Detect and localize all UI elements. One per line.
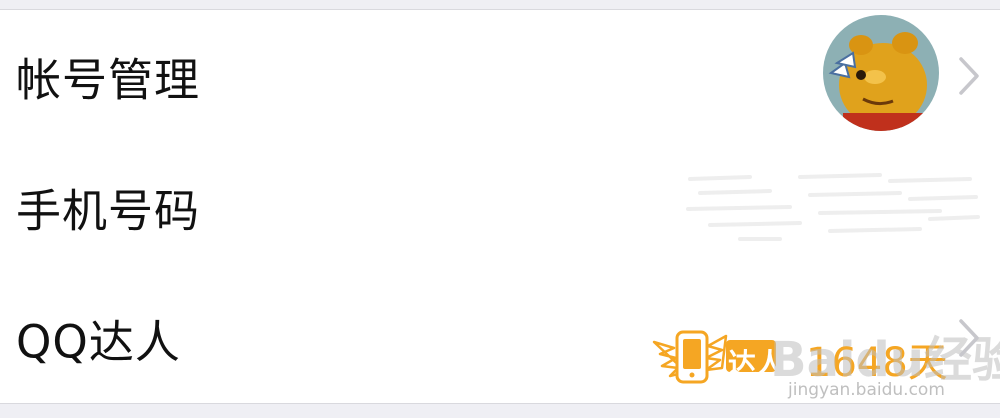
row-phone-number[interactable]: 手机号码 [0, 141, 1000, 272]
avatar [823, 15, 939, 131]
row-qq-expert[interactable]: QQ达人 达人 1648天 Baidu经验 jingyan.baidu.com [0, 272, 1000, 403]
top-strip [0, 0, 1000, 10]
row-label-qq-expert: QQ达人 [16, 315, 181, 368]
row-account-management[interactable]: 帐号管理 [0, 10, 1000, 141]
redacted-phone-number [686, 173, 980, 241]
chevron-right-icon [959, 56, 979, 95]
chevron-right-icon [959, 318, 979, 357]
settings-page: 帐号管理 手机号码 QQ达人 达人 1648天 Baidu经验 jingyan.… [0, 0, 1000, 418]
account-settings-group: 帐号管理 手机号码 QQ达人 达人 1648天 Baidu经验 jingyan.… [0, 10, 1000, 404]
row-label-account-management: 帐号管理 [16, 53, 201, 106]
watermark-url: jingyan.baidu.com [788, 380, 945, 400]
row-label-phone-number: 手机号码 [16, 184, 201, 237]
